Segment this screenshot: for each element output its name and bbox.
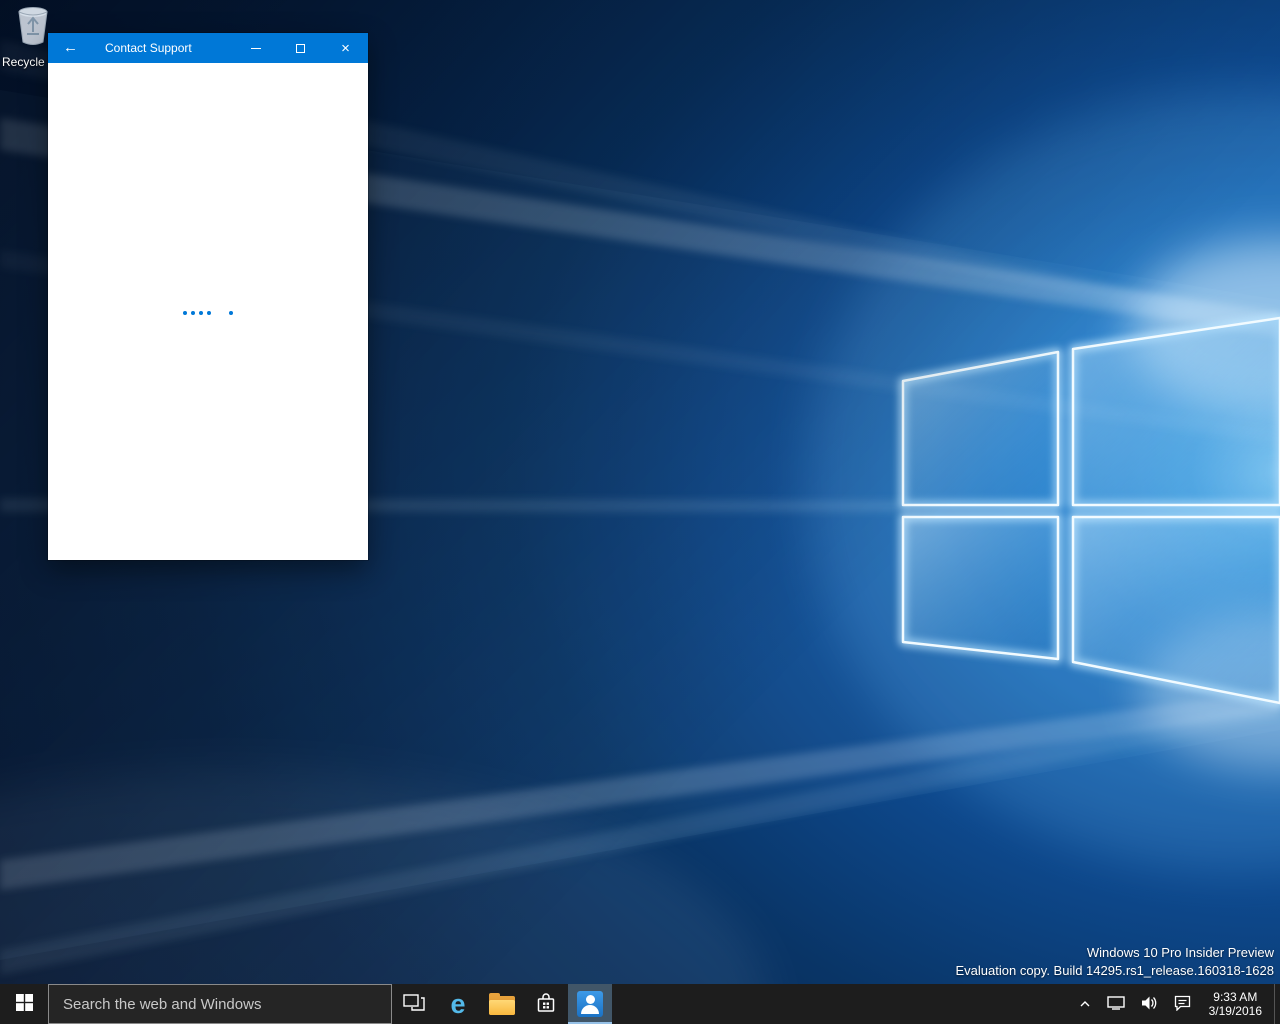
file-explorer-button[interactable] xyxy=(480,984,524,1024)
maximize-icon xyxy=(296,44,305,53)
volume-icon xyxy=(1141,995,1158,1014)
search-input[interactable] xyxy=(49,985,391,1023)
caption-buttons: × xyxy=(233,33,368,63)
network-icon xyxy=(1107,996,1125,1013)
window-content xyxy=(48,63,368,560)
folder-icon xyxy=(489,996,515,1015)
watermark-line1: Windows 10 Pro Insider Preview xyxy=(956,944,1275,962)
edge-e-icon: e xyxy=(450,991,465,1018)
maximize-button[interactable] xyxy=(278,33,323,63)
person-icon xyxy=(577,991,603,1017)
recycle-bin-icon xyxy=(13,4,53,53)
show-hidden-icons-button[interactable] xyxy=(1073,984,1097,1024)
progress-dot xyxy=(199,311,203,315)
volume-tray-button[interactable] xyxy=(1135,984,1164,1024)
action-center-button[interactable] xyxy=(1168,984,1197,1024)
window-title: Contact Support xyxy=(105,41,233,55)
network-tray-button[interactable] xyxy=(1101,984,1131,1024)
minimize-button[interactable] xyxy=(233,33,278,63)
store-bag-icon xyxy=(534,991,558,1018)
taskbar-spacer xyxy=(612,984,1073,1024)
taskbar: e xyxy=(0,984,1280,1024)
taskbar-search xyxy=(48,984,392,1024)
progress-dot xyxy=(207,311,211,315)
clock-date: 3/19/2016 xyxy=(1209,1004,1262,1018)
progress-dot xyxy=(191,311,195,315)
close-button[interactable]: × xyxy=(323,33,368,63)
system-tray: 9:33 AM 3/19/2016 xyxy=(1073,984,1280,1024)
evaluation-watermark: Windows 10 Pro Insider Preview Evaluatio… xyxy=(956,944,1275,980)
progress-dot xyxy=(229,311,233,315)
task-view-icon xyxy=(403,994,425,1015)
store-button[interactable] xyxy=(524,984,568,1024)
back-button[interactable]: ← xyxy=(48,33,93,63)
clock-time: 9:33 AM xyxy=(1213,990,1257,1004)
action-center-icon xyxy=(1174,995,1191,1014)
chevron-up-icon xyxy=(1079,997,1091,1012)
contact-support-window: ← Contact Support × xyxy=(48,33,368,560)
taskbar-clock[interactable]: 9:33 AM 3/19/2016 xyxy=(1201,984,1270,1024)
task-view-button[interactable] xyxy=(392,984,436,1024)
start-button[interactable] xyxy=(0,984,48,1024)
loading-progress-dots xyxy=(183,311,233,315)
progress-dot xyxy=(183,311,187,315)
minimize-icon xyxy=(251,48,261,49)
watermark-line2: Evaluation copy. Build 14295.rs1_release… xyxy=(956,962,1275,980)
windows-logo-icon xyxy=(16,994,33,1014)
edge-browser-button[interactable]: e xyxy=(436,984,480,1024)
contact-support-taskbar-button[interactable] xyxy=(568,984,612,1024)
show-desktop-button[interactable] xyxy=(1274,984,1280,1024)
close-icon: × xyxy=(341,41,350,56)
window-titlebar[interactable]: ← Contact Support × xyxy=(48,33,368,63)
